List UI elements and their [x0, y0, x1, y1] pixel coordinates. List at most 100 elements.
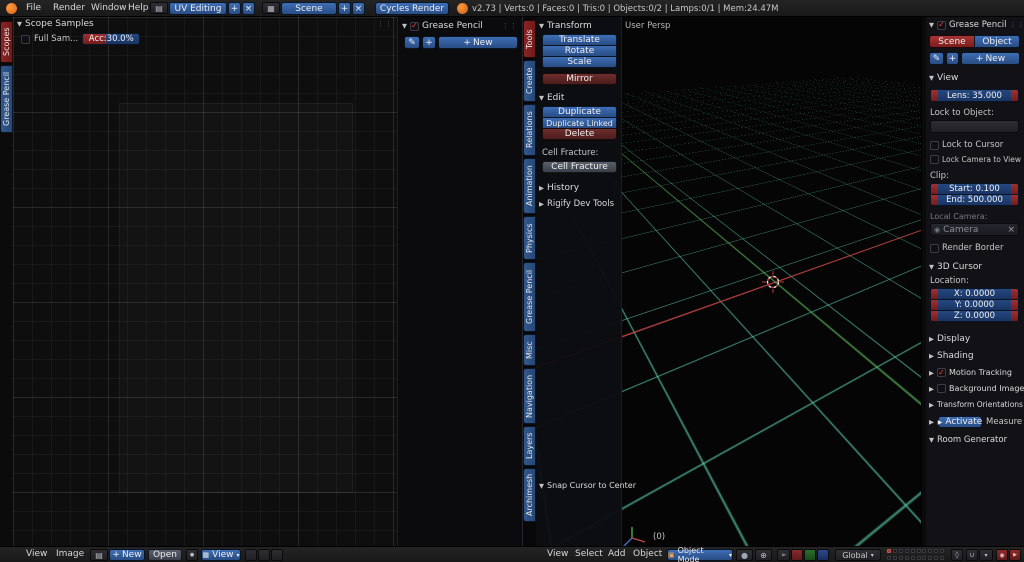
motion-tracking-checkbox[interactable]: ✓: [937, 368, 946, 377]
props-gp-header[interactable]: ▼ ✓ Grease Pencil ⋮⋮: [929, 20, 1021, 30]
menu-file[interactable]: File: [26, 0, 41, 16]
screen-layout-dropdown[interactable]: UV Editing: [169, 2, 227, 15]
tab-layers[interactable]: Layers: [523, 426, 536, 466]
render-opengl-anim-button[interactable]: ▶: [1009, 549, 1021, 561]
rigify-panel-header[interactable]: ▶ Rigify Dev Tools: [539, 199, 618, 209]
props-gp-enable-checkbox[interactable]: ✓: [937, 21, 946, 30]
mode-dropdown[interactable]: ▣ Object Mode ▾: [667, 549, 733, 561]
layer-toggle[interactable]: [887, 549, 891, 553]
local-camera-field[interactable]: ◉ Camera ×: [930, 223, 1019, 236]
channel-rgba-button[interactable]: [258, 549, 270, 561]
increment-arrow[interactable]: [1011, 184, 1018, 194]
menu-help[interactable]: Help: [128, 0, 149, 16]
snap-toggle-button[interactable]: ∪: [966, 549, 978, 561]
v3d-menu-add[interactable]: Add: [608, 546, 625, 562]
menu-render[interactable]: Render: [53, 0, 85, 16]
image-new-button[interactable]: + New: [109, 549, 145, 561]
uv-view-mode-dropdown[interactable]: ▦ View ▾: [201, 549, 241, 561]
cursor-x-field[interactable]: X: 0.0000: [930, 288, 1019, 300]
accuracy-slider[interactable]: Acc:30.0%: [82, 33, 140, 45]
pivot-center-dropdown[interactable]: ⊕: [755, 549, 772, 561]
uv-editor-canvas[interactable]: ▼ Scope Samples ⋮⋮ Full Sam... Acc:30.0%: [13, 17, 397, 546]
layer-toggle[interactable]: [934, 549, 938, 553]
layer-toggle[interactable]: [899, 549, 903, 553]
tab-create[interactable]: Create: [523, 60, 536, 102]
pin-button[interactable]: ●: [186, 549, 198, 561]
scene-dropdown[interactable]: Scene: [281, 2, 337, 15]
edit-panel-header[interactable]: ▼ Edit: [539, 93, 618, 103]
decrement-arrow[interactable]: [931, 289, 938, 299]
history-panel-header[interactable]: ▶ History: [539, 183, 618, 193]
orientation-dropdown[interactable]: Global ▾: [835, 549, 881, 561]
display-panel-header[interactable]: ▶ Display: [929, 334, 1021, 344]
duplicate-linked-button[interactable]: Duplicate Linked: [542, 117, 617, 129]
increment-arrow[interactable]: [1011, 300, 1018, 310]
lock-to-cursor-checkbox[interactable]: [930, 141, 939, 150]
grease-pencil-enable-checkbox[interactable]: ✓: [410, 22, 419, 31]
layer-toggle[interactable]: [922, 556, 926, 560]
lens-field[interactable]: Lens: 35.000: [930, 89, 1019, 102]
tab-relations[interactable]: Relations: [523, 104, 536, 156]
layer-toggle[interactable]: [917, 549, 921, 553]
decrement-arrow[interactable]: [931, 300, 938, 310]
full-samples-checkbox[interactable]: [21, 35, 30, 44]
cell-fracture-button[interactable]: Cell Fracture: [542, 161, 617, 173]
snap-cursor-panel-header[interactable]: ▼ Snap Cursor to Center: [539, 481, 636, 490]
shading-panel-header[interactable]: ▶ Shading: [929, 351, 1021, 361]
tab-scopes[interactable]: Scopes: [0, 21, 13, 63]
gp-draw-icon-button[interactable]: ✎: [404, 36, 420, 49]
layer-toggle[interactable]: [934, 556, 938, 560]
layer-toggle[interactable]: [905, 549, 909, 553]
delete-button[interactable]: Delete: [542, 128, 617, 140]
manipulator-translate-button[interactable]: [791, 549, 803, 561]
gp-new-button[interactable]: + New: [438, 36, 518, 49]
tab-tools[interactable]: Tools: [523, 20, 536, 58]
panel-drag-handle-icon[interactable]: ⋮⋮: [377, 20, 393, 28]
menu-window[interactable]: Window: [91, 0, 127, 16]
gp-add-button[interactable]: +: [422, 36, 436, 49]
v3d-menu-view[interactable]: View: [547, 546, 568, 562]
clear-x-icon[interactable]: ×: [1007, 225, 1015, 235]
channel-alpha-button[interactable]: [271, 549, 283, 561]
manipulator-pointer-button[interactable]: ➢: [777, 549, 790, 561]
v3d-menu-object[interactable]: Object: [633, 546, 662, 562]
decrement-arrow[interactable]: [931, 195, 938, 205]
render-engine-dropdown[interactable]: Cycles Render: [375, 2, 449, 15]
tab-physics[interactable]: Physics: [523, 216, 536, 260]
scale-button[interactable]: Scale: [542, 56, 617, 68]
layer-toggle[interactable]: [928, 556, 932, 560]
cursor-y-field[interactable]: Y: 0.0000: [930, 299, 1019, 311]
render-opengl-button[interactable]: ◉: [996, 549, 1008, 561]
lock-to-scene-button[interactable]: ◊: [951, 549, 963, 561]
mirror-button[interactable]: Mirror: [542, 73, 617, 85]
decrement-arrow[interactable]: [931, 90, 938, 101]
layer-toggle[interactable]: [940, 549, 944, 553]
panel-drag-handle-icon[interactable]: ⋮⋮: [1010, 21, 1024, 29]
cursor-panel-header[interactable]: ▼ 3D Cursor: [929, 262, 1021, 272]
background-images-panel-header[interactable]: ▶ Background Images: [929, 384, 1021, 393]
layer-selector[interactable]: [887, 549, 945, 561]
layer-toggle[interactable]: [893, 549, 897, 553]
layer-toggle[interactable]: [905, 556, 909, 560]
snap-element-dropdown[interactable]: ▾: [979, 549, 993, 561]
gp-draw-icon-button[interactable]: ✎: [929, 52, 944, 65]
viewport-shading-dropdown[interactable]: ●: [736, 549, 753, 561]
channel-rgb-button[interactable]: [245, 549, 257, 561]
tab-misc[interactable]: Misc: [523, 334, 536, 366]
props-gp-new-button[interactable]: + New: [961, 52, 1020, 65]
tab-grease-pencil[interactable]: Grease Pencil: [523, 262, 536, 332]
increment-arrow[interactable]: [1011, 289, 1018, 299]
delete-scene-button[interactable]: ×: [352, 2, 365, 15]
transform-orientations-panel-header[interactable]: ▶ Transform Orientations: [929, 400, 1021, 409]
decrement-arrow[interactable]: [931, 311, 938, 321]
activate-button[interactable]: ▶ Activate: [938, 416, 982, 428]
delete-layout-button[interactable]: ×: [242, 2, 255, 15]
cursor-z-field[interactable]: Z: 0.0000: [930, 310, 1019, 322]
gp-add-button[interactable]: +: [946, 52, 959, 65]
tab-navigation[interactable]: Navigation: [523, 368, 536, 424]
room-generator-panel-header[interactable]: ▼ Room Generator: [929, 435, 1021, 445]
image-open-button[interactable]: Open: [148, 549, 182, 561]
motion-tracking-panel-header[interactable]: ▶ ✓ Motion Tracking: [929, 368, 1021, 377]
panel-drag-handle-icon[interactable]: ⋮⋮: [502, 22, 518, 30]
layer-toggle[interactable]: [899, 556, 903, 560]
